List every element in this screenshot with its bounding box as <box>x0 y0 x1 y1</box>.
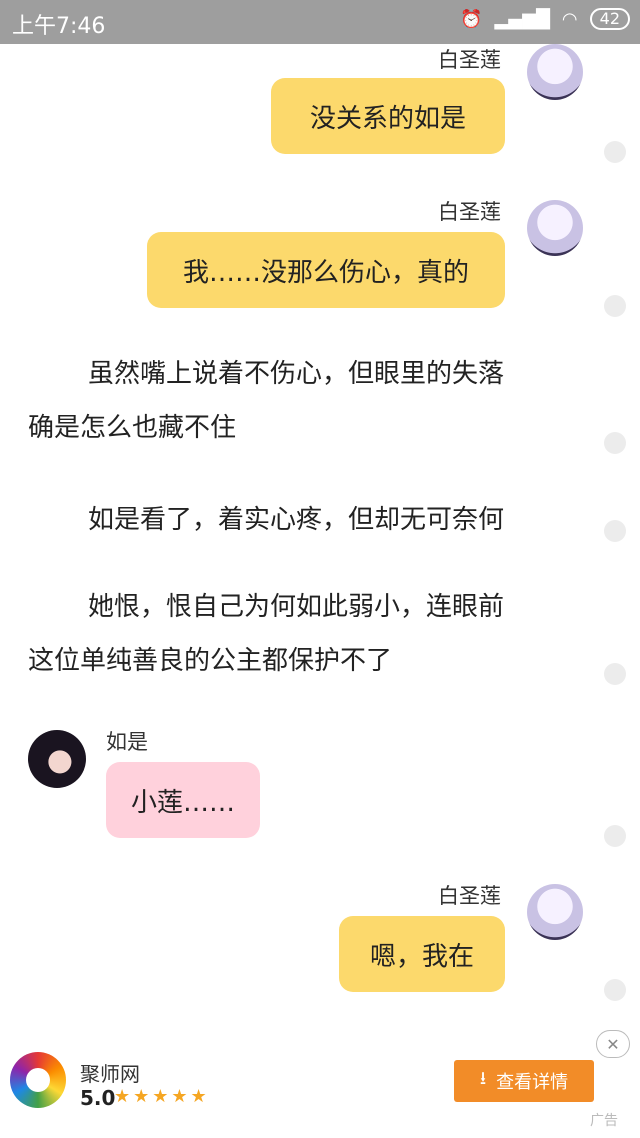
reaction-dot[interactable] <box>604 825 626 847</box>
reaction-dot[interactable] <box>604 979 626 1001</box>
sender-name: 白圣莲 <box>438 884 501 908</box>
sender-name: 如是 <box>106 730 148 754</box>
avatar[interactable] <box>28 730 86 788</box>
reaction-dot[interactable] <box>604 295 626 317</box>
status-time: 上午7:46 <box>12 14 106 39</box>
sender-name: 白圣莲 <box>438 48 501 72</box>
sender-name: 白圣莲 <box>438 200 501 224</box>
view-details-label: 查看详情 <box>496 1072 569 1093</box>
ad-tag: 广告 <box>590 1113 618 1129</box>
narration-paragraph: 虽然嘴上说着不伤心，但眼里的失落 确是怎么也藏不住 <box>28 347 588 455</box>
rating-stars-icon: ★★★★★ <box>114 1086 210 1107</box>
wifi-icon: ◠ <box>561 8 578 30</box>
ad-app-name: 聚师网 <box>80 1062 140 1086</box>
avatar[interactable] <box>527 44 583 100</box>
narration-line: 确是怎么也藏不住 <box>28 413 237 443</box>
message-bubble[interactable]: 我……没那么伤心，真的 <box>147 232 505 308</box>
close-ad-button[interactable]: ✕ <box>596 1030 630 1058</box>
chat-area[interactable]: 白圣莲 没关系的如是 白圣莲 我……没那么伤心，真的 虽然嘴上说着不伤心，但眼里… <box>0 44 640 1044</box>
avatar[interactable] <box>527 884 583 940</box>
ad-rating: 5.0 <box>80 1086 116 1110</box>
message-bubble[interactable]: 嗯，我在 <box>339 916 505 992</box>
message-bubble[interactable]: 小莲…… <box>106 762 260 838</box>
narration-line: 如是看了，着实心疼，但却无可奈何 <box>88 505 505 535</box>
status-bar: 上午7:46 ⏰ ▂▄▆█ ◠ 42 <box>0 0 640 44</box>
alarm-icon: ⏰ <box>460 8 483 30</box>
app-logo <box>10 1052 66 1108</box>
battery-indicator: 42 <box>589 8 630 30</box>
reaction-dot[interactable] <box>604 432 626 454</box>
ad-banner[interactable]: 聚师网 5.0 ★★★★★ ⭳ 查看详情 ✕ 广告 <box>0 1030 640 1138</box>
reaction-dot[interactable] <box>604 520 626 542</box>
status-icons: ⏰ ▂▄▆█ ◠ 42 <box>460 8 630 30</box>
narration-line: 这位单纯善良的公主都保护不了 <box>28 646 393 676</box>
narration-line: 她恨，恨自己为何如此弱小，连眼前 <box>88 592 505 622</box>
narration-paragraph: 她恨，恨自己为何如此弱小，连眼前 这位单纯善良的公主都保护不了 <box>28 580 588 688</box>
reaction-dot[interactable] <box>604 141 626 163</box>
message-bubble[interactable]: 没关系的如是 <box>271 78 505 154</box>
avatar[interactable] <box>527 200 583 256</box>
signal-icon: ▂▄▆█ <box>494 8 550 30</box>
view-details-button[interactable]: ⭳ 查看详情 <box>454 1060 594 1102</box>
reaction-dot[interactable] <box>604 663 626 685</box>
narration-paragraph: 如是看了，着实心疼，但却无可奈何 <box>28 493 588 547</box>
download-icon: ⭳ <box>479 1068 487 1089</box>
narration-line: 虽然嘴上说着不伤心，但眼里的失落 <box>88 359 505 389</box>
